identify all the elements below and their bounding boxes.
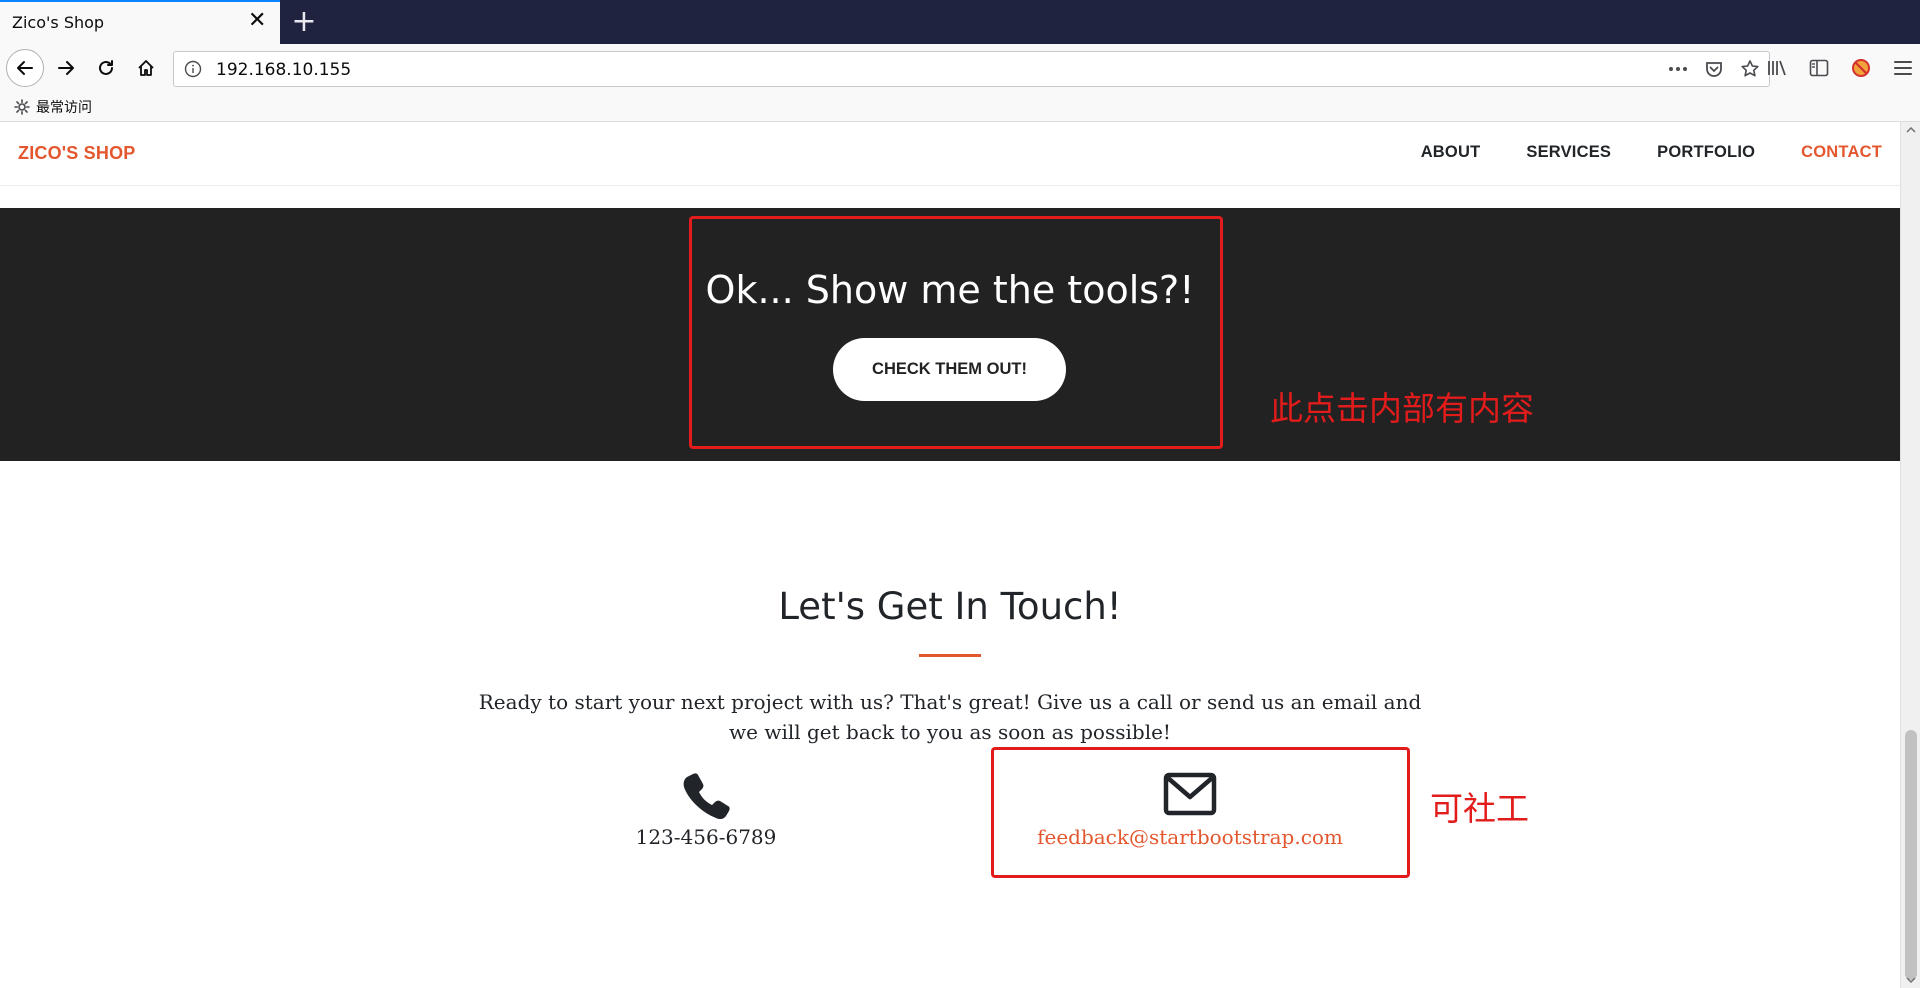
- annotation-box-tools: [689, 216, 1223, 449]
- annotation-box-email: [991, 747, 1410, 878]
- site-nav-links: ABOUT SERVICES PORTFOLIO CONTACT: [1375, 143, 1882, 162]
- new-tab-button[interactable]: +: [288, 4, 320, 40]
- gear-icon: [14, 99, 30, 115]
- nav-link-contact[interactable]: CONTACT: [1801, 143, 1882, 162]
- browser-tab-strip: Zico's Shop ✕ +: [0, 0, 1920, 44]
- arrow-left-icon: [17, 61, 33, 75]
- nav-link-portfolio[interactable]: PORTFOLIO: [1657, 143, 1755, 162]
- phone-icon: [683, 773, 730, 820]
- bookmark-most-visited[interactable]: 最常访问: [14, 97, 92, 117]
- menu-icon[interactable]: [1886, 50, 1920, 86]
- phone-number: 123-456-6789: [635, 825, 777, 849]
- arrow-right-icon: [58, 61, 74, 75]
- back-button[interactable]: [6, 49, 44, 87]
- contact-divider: [919, 654, 981, 657]
- phone-block: 123-456-6789: [596, 770, 816, 849]
- toolbar-right: [1760, 50, 1920, 86]
- browser-tab-active[interactable]: Zico's Shop ✕: [0, 0, 280, 44]
- home-icon: [138, 60, 154, 76]
- url-actions: [1667, 58, 1761, 80]
- info-icon[interactable]: [184, 60, 202, 78]
- browser-navigation-bar: 192.168.10.155: [0, 44, 1920, 94]
- bookmark-label: 最常访问: [36, 100, 92, 116]
- contact-text: Ready to start your next project with us…: [478, 690, 1422, 744]
- scroll-up-arrow-icon[interactable]: [1905, 124, 1917, 136]
- site-brand[interactable]: ZICO'S SHOP: [18, 143, 136, 164]
- home-button[interactable]: [128, 50, 164, 86]
- library-icon[interactable]: [1760, 50, 1794, 86]
- page-viewport: ZICO'S SHOP ABOUT SERVICES PORTFOLIO CON…: [0, 122, 1900, 988]
- annotation-note-tools: 此点击内部有内容: [1270, 389, 1534, 428]
- nav-link-about[interactable]: ABOUT: [1421, 143, 1481, 162]
- reload-icon: [99, 60, 113, 75]
- extension-icon[interactable]: [1844, 50, 1878, 86]
- scroll-down-arrow-icon[interactable]: [1905, 974, 1917, 986]
- tab-title: Zico's Shop: [12, 13, 105, 32]
- bookmarks-toolbar: 最常访问: [0, 94, 1920, 122]
- pocket-icon[interactable]: [1703, 58, 1725, 80]
- site-navbar: ZICO'S SHOP ABOUT SERVICES PORTFOLIO CON…: [0, 122, 1900, 186]
- forward-button[interactable]: [48, 50, 84, 86]
- nav-link-services[interactable]: SERVICES: [1526, 143, 1611, 162]
- url-text[interactable]: 192.168.10.155: [216, 60, 351, 80]
- page-scrollbar[interactable]: [1900, 122, 1920, 988]
- contact-title: Let's Get In Touch!: [778, 585, 1122, 628]
- annotation-note-email: 可社工: [1430, 789, 1529, 828]
- reload-button[interactable]: [88, 50, 124, 86]
- url-bar[interactable]: 192.168.10.155: [173, 51, 1770, 87]
- bookmark-star-icon[interactable]: [1739, 58, 1761, 80]
- sidebar-icon[interactable]: [1802, 50, 1836, 86]
- close-tab-icon[interactable]: ✕: [248, 10, 266, 32]
- scrollbar-thumb[interactable]: [1905, 730, 1917, 980]
- page-actions-icon[interactable]: [1667, 58, 1689, 80]
